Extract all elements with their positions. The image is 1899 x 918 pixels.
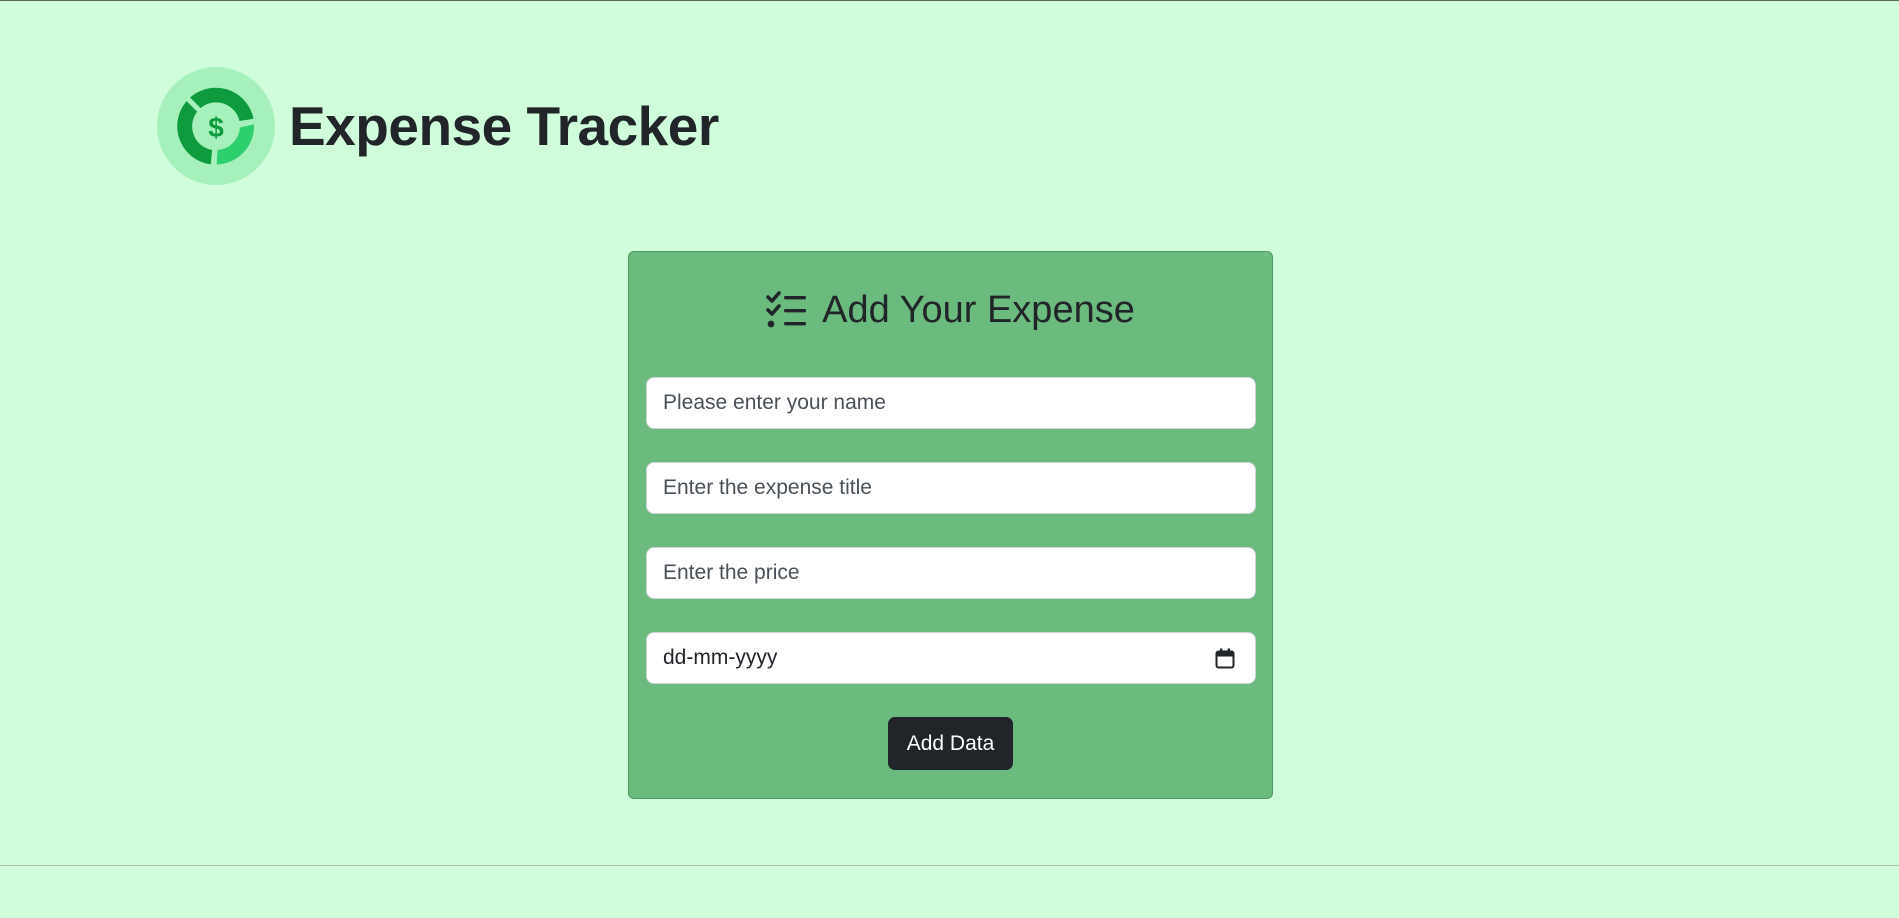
- app-header: $ Expense Tracker: [157, 67, 719, 185]
- price-input[interactable]: Enter the price: [646, 547, 1256, 599]
- dollar-ring-logo-icon: $: [157, 67, 275, 185]
- footer-divider: [0, 865, 1899, 866]
- add-data-button[interactable]: Add Data: [887, 717, 1014, 770]
- app-title: Expense Tracker: [289, 95, 719, 157]
- card-title: Add Your Expense: [822, 288, 1135, 331]
- date-input-placeholder: dd-mm-yyyy: [663, 646, 778, 669]
- submit-row: Add Data: [646, 717, 1255, 770]
- calendar-icon[interactable]: [1215, 648, 1235, 669]
- checklist-icon: [766, 291, 807, 328]
- add-expense-card: Add Your Expense Please enter your name …: [628, 251, 1273, 799]
- svg-text:$: $: [208, 112, 224, 143]
- expense-title-placeholder: Enter the expense title: [663, 476, 872, 499]
- date-input[interactable]: dd-mm-yyyy: [646, 632, 1256, 684]
- price-input-placeholder: Enter the price: [663, 561, 800, 584]
- name-input[interactable]: Please enter your name: [646, 377, 1256, 429]
- name-input-placeholder: Please enter your name: [663, 391, 886, 414]
- expense-title-input[interactable]: Enter the expense title: [646, 462, 1256, 514]
- card-heading: Add Your Expense: [646, 252, 1255, 364]
